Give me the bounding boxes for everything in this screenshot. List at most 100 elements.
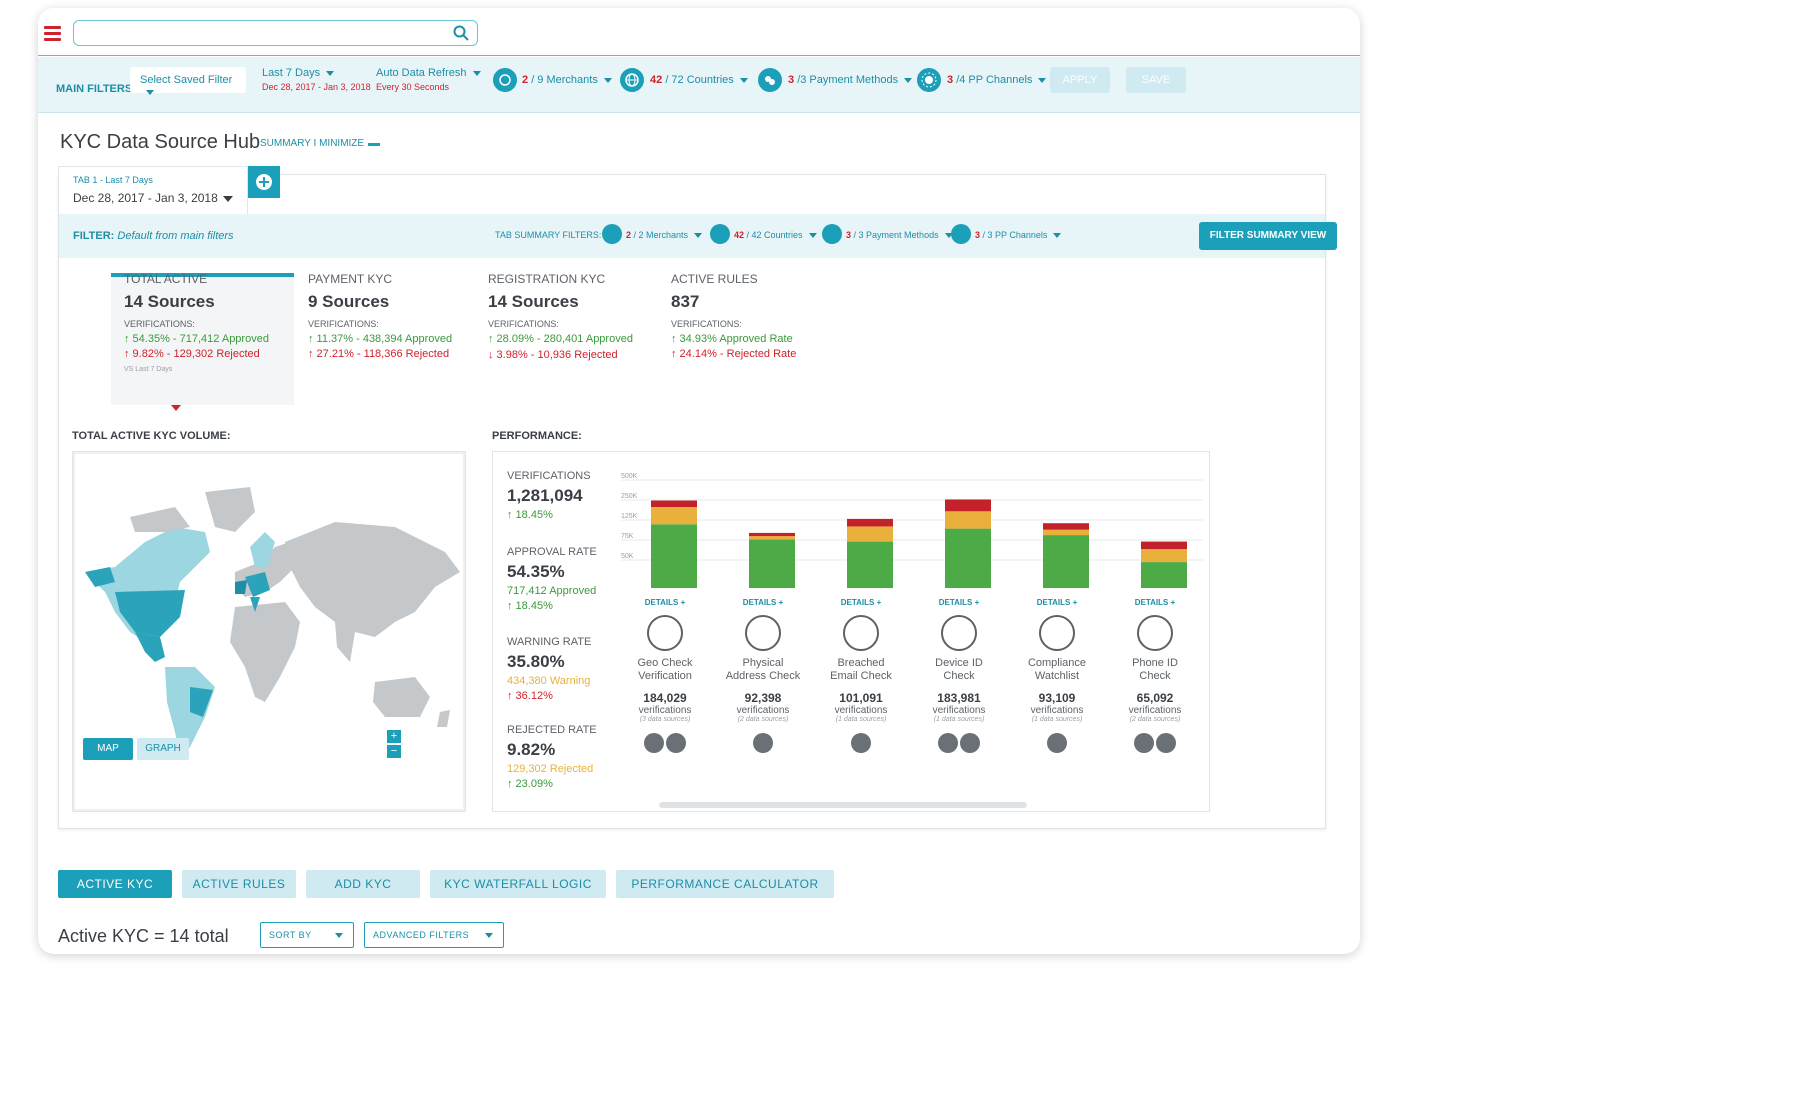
bar-segment[interactable] <box>651 500 697 507</box>
zoom-out-button[interactable]: − <box>387 745 401 758</box>
menu-icon[interactable] <box>44 26 61 44</box>
bar-segment[interactable] <box>847 518 893 527</box>
details-link[interactable]: DETAILS + <box>1013 598 1101 607</box>
auto-refresh-select[interactable]: Auto Data Refresh <box>376 67 481 79</box>
check-name-line1: Compliance <box>1027 657 1087 669</box>
bar-segment[interactable] <box>749 536 795 540</box>
tab-performance-calculator[interactable]: PERFORMANCE CALCULATOR <box>616 870 834 898</box>
stat-payment-kyc[interactable]: PAYMENT KYC 9 Sources VERIFICATIONS: ↑ 1… <box>308 272 452 360</box>
stat-sub: VERIFICATIONS: <box>124 319 195 329</box>
data-source-icon[interactable] <box>1134 733 1154 753</box>
bar-segment[interactable] <box>1043 535 1089 588</box>
apply-button[interactable]: APPLY <box>1050 67 1110 93</box>
world-map[interactable]: MAP GRAPH + − <box>72 451 466 812</box>
tab-pp-channels-filter[interactable]: 3 / 3 PP Channels <box>975 230 1062 240</box>
filter-summary-view-button[interactable]: FILTER SUMMARY VIEW <box>1199 222 1337 250</box>
horizontal-scrollbar[interactable] <box>659 802 1027 808</box>
data-source-icon[interactable] <box>851 733 871 753</box>
data-source-icon[interactable] <box>644 733 664 753</box>
saved-filter-select[interactable]: Select Saved Filter <box>130 67 246 95</box>
kpi-sub: 434,380 Warning <box>507 675 591 687</box>
bar-segment[interactable] <box>847 541 893 588</box>
bar-segment[interactable] <box>1141 541 1187 550</box>
kpi-title: VERIFICATIONS <box>507 470 591 482</box>
tab-active-rules[interactable]: ACTIVE RULES <box>182 870 296 898</box>
add-tab-button[interactable] <box>248 166 280 198</box>
y-tick-label: 500K <box>621 473 638 480</box>
check-name-line2: Email Check <box>830 670 892 682</box>
bar-segment[interactable] <box>1141 562 1187 588</box>
details-link[interactable]: DETAILS + <box>1209 598 1210 607</box>
kyc-check-icon <box>1039 615 1075 651</box>
chevron-down-icon <box>808 233 817 239</box>
minimize-icon[interactable] <box>368 143 380 146</box>
check-unit: verifications <box>638 705 692 716</box>
details-link[interactable]: DETAILS + <box>915 598 1003 607</box>
bar-segment[interactable] <box>847 526 893 542</box>
bar-segment[interactable] <box>1043 529 1089 536</box>
advanced-filters-dropdown[interactable]: ADVANCED FILTERS <box>364 922 504 948</box>
check-name-line1: Device ID <box>935 657 983 669</box>
tab-payment-methods-filter[interactable]: 3 / 3 Payment Methods <box>846 230 953 240</box>
bar-segment[interactable] <box>945 499 991 512</box>
chevron-down-icon[interactable] <box>223 196 233 202</box>
payment-methods-filter[interactable]: 3 /3 Payment Methods <box>788 74 913 86</box>
tab-countries-filter[interactable]: 42 / 42 Countries <box>734 230 817 240</box>
details-link[interactable]: DETAILS + <box>817 598 905 607</box>
bar-segment[interactable] <box>945 528 991 588</box>
kyc-check-icon <box>941 615 977 651</box>
kpi-sub: 717,412 Approved <box>507 585 597 597</box>
date-range-select[interactable]: Last 7 Days <box>262 67 335 79</box>
bar-segment[interactable] <box>1043 523 1089 530</box>
sort-by-dropdown[interactable]: SORT BY <box>260 922 354 948</box>
stat-registration-kyc[interactable]: REGISTRATION KYC 14 Sources VERIFICATION… <box>488 272 633 361</box>
bar-segment[interactable] <box>945 511 991 529</box>
data-source-icon[interactable] <box>938 733 958 753</box>
zoom-in-button[interactable]: + <box>387 730 401 743</box>
tab-merchants-count: 2 <box>626 230 632 240</box>
data-source-icon[interactable] <box>666 733 686 753</box>
performance-column: DETAILS + Breached Email Check 101,091 verif… <box>817 598 905 755</box>
check-unit: verifications <box>1209 705 1210 716</box>
check-data-sources: (2 data sources) <box>1209 716 1210 723</box>
search-icon[interactable] <box>453 25 469 41</box>
tab-kyc-waterfall-logic[interactable]: KYC WATERFALL LOGIC <box>430 870 606 898</box>
advanced-filters-label: ADVANCED FILTERS <box>373 930 470 940</box>
tab-merchants-filter[interactable]: 2 / 2 Merchants <box>626 230 703 240</box>
map-toggle-button[interactable]: MAP <box>83 738 133 760</box>
details-link[interactable]: DETAILS + <box>1111 598 1199 607</box>
tab-add-kyc[interactable]: ADD KYC <box>306 870 420 898</box>
data-source-icon[interactable] <box>1047 733 1067 753</box>
data-source-icon[interactable] <box>753 733 773 753</box>
save-button[interactable]: SAVE <box>1126 67 1186 93</box>
tab-countries-count: 42 <box>734 230 745 240</box>
bar-segment[interactable] <box>651 524 697 588</box>
kpi-value: 1,281,094 <box>507 486 583 505</box>
bar-segment[interactable] <box>651 507 697 525</box>
data-source-icon[interactable] <box>960 733 980 753</box>
bar-segment[interactable] <box>749 539 795 588</box>
performance-bar-chart: 500K 250K 125K 75K 50K <box>621 473 1203 588</box>
pp-channels-filter[interactable]: 3 /4 PP Channels <box>947 74 1047 86</box>
check-count: 101,091 <box>839 691 883 705</box>
page-title: KYC Data Source Hub <box>60 131 261 153</box>
stat-active-rules[interactable]: ACTIVE RULES 837 VERIFICATIONS: ↑ 34.93%… <box>671 272 796 360</box>
check-data-sources: (1 data sources) <box>933 716 985 723</box>
stat-rejected: ↑ 9.82% - 129,302 Rejected <box>124 348 260 360</box>
summary-minimize-link[interactable]: SUMMARY I MINIMIZE <box>260 138 364 149</box>
graph-toggle-button[interactable]: GRAPH <box>137 738 189 760</box>
main-filter-bar: MAIN FILTERS: Select Saved Filter Last 7… <box>38 57 1360 113</box>
data-source-icon[interactable] <box>1156 733 1176 753</box>
tab-1[interactable]: TAB 1 - Last 7 Days Dec 28, 2017 - Jan 3… <box>58 166 248 214</box>
details-link[interactable]: DETAILS + <box>621 598 709 607</box>
kpi-verifications: VERIFICATIONS 1,281,094 ↑ 18.45% <box>507 470 591 521</box>
tab-active-kyc[interactable]: ACTIVE KYC <box>58 870 172 898</box>
merchants-filter[interactable]: 2 / 9 Merchants <box>522 74 612 86</box>
countries-filter[interactable]: 42 / 72 Countries <box>650 74 748 86</box>
stat-approved: ↑ 34.93% Approved Rate <box>671 333 793 345</box>
bar-segment[interactable] <box>1141 549 1187 563</box>
details-link[interactable]: DETAILS + <box>719 598 807 607</box>
bar-segment[interactable] <box>749 532 795 537</box>
performance-panel: VERIFICATIONS 1,281,094 ↑ 18.45% APPROVA… <box>492 451 1210 812</box>
search-input[interactable] <box>73 20 478 46</box>
